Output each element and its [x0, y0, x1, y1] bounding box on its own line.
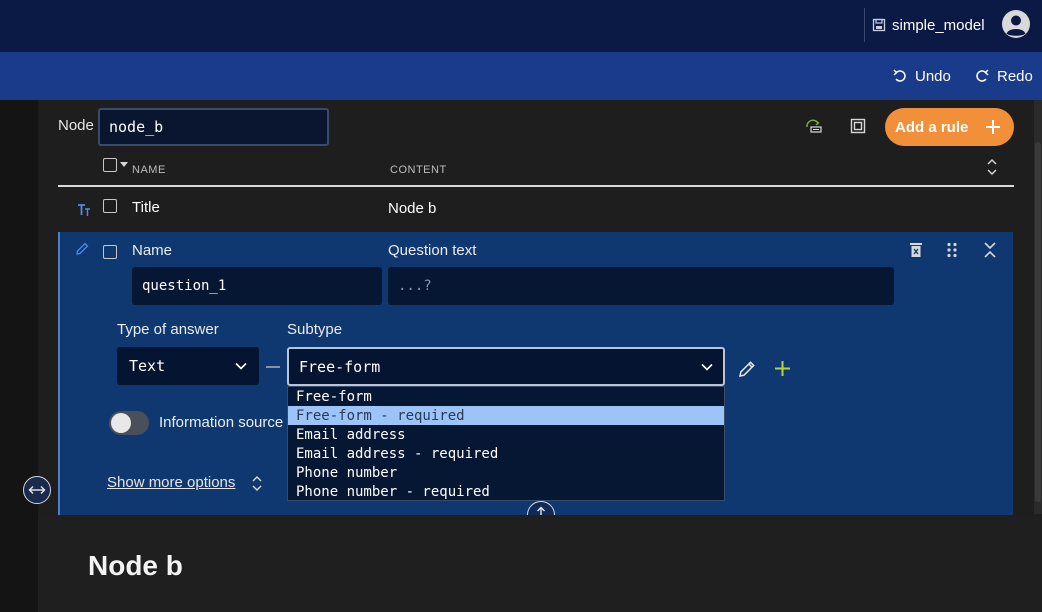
toolbar: Undo Redo: [0, 52, 1042, 100]
information-source-toggle[interactable]: [109, 411, 149, 435]
left-gutter: [0, 100, 38, 612]
scrollbar-thumb[interactable]: [1035, 142, 1041, 502]
subtype-options-list: Free-form Free-form - required Email add…: [287, 386, 725, 501]
chevron-down-icon: [701, 363, 713, 371]
undo-icon: [893, 69, 906, 82]
row-checkbox[interactable]: [103, 199, 117, 213]
toggle-knob: [111, 413, 131, 433]
sort-toggle-icon[interactable]: [987, 158, 997, 176]
subtype-option[interactable]: Email address: [288, 425, 724, 444]
undo-label: Undo: [915, 67, 951, 85]
redo-icon: [976, 69, 989, 82]
subtype-option[interactable]: Phone number - required: [288, 482, 724, 501]
table-header: NAME CONTENT: [58, 155, 1014, 187]
add-subtype-icon[interactable]: [773, 359, 792, 378]
top-header: simple_model: [0, 0, 1042, 52]
question-text-placeholder: ...?: [398, 278, 432, 294]
type-of-answer-label: Type of answer: [117, 321, 219, 338]
title-type-icon: [78, 204, 90, 216]
preview-title: Node b: [88, 550, 183, 581]
user-avatar-icon[interactable]: [1001, 9, 1031, 39]
name-label: Name: [132, 242, 173, 259]
preview-frame-button[interactable]: [848, 116, 868, 136]
question-text-input[interactable]: ...?: [388, 267, 894, 305]
header-divider: [864, 8, 865, 42]
subtype-select[interactable]: Free-form: [287, 347, 725, 386]
type-subtype-separator: [266, 366, 280, 368]
subtype-value: Free-form: [299, 357, 381, 376]
redo-label: Redo: [997, 67, 1033, 85]
delete-icon[interactable]: [909, 242, 923, 258]
model-name: simple_model: [892, 16, 985, 34]
subtype-option[interactable]: Free-form: [288, 387, 724, 406]
subtype-option[interactable]: Email address - required: [288, 444, 724, 463]
node-name-value: node_b: [109, 118, 164, 136]
drag-handle-icon[interactable]: [946, 242, 958, 258]
column-header-content[interactable]: CONTENT: [390, 164, 447, 176]
row-name: Title: [132, 199, 160, 216]
subtype-option[interactable]: Phone number: [288, 463, 724, 482]
frame-icon: [850, 118, 866, 134]
information-source-label: Information source: [159, 414, 284, 431]
subtype-option-highlighted[interactable]: Free-form - required: [288, 406, 724, 425]
add-rule-button[interactable]: Add a rule: [885, 108, 1014, 146]
table-row[interactable]: Title Node b: [58, 187, 1014, 232]
save-file-icon: [872, 18, 886, 32]
select-all-checkbox[interactable]: [103, 158, 117, 172]
resize-horizontal-handle[interactable]: [23, 476, 51, 504]
select-menu-caret-icon[interactable]: [120, 162, 128, 167]
answer-type-select[interactable]: Text: [117, 347, 259, 385]
edit-subtype-icon[interactable]: [738, 360, 756, 378]
expand-toggle-icon[interactable]: [252, 474, 262, 492]
edit-pencil-icon[interactable]: [75, 242, 89, 256]
question-text-label: Question text: [388, 242, 477, 259]
model-selector[interactable]: simple_model: [872, 14, 985, 36]
row-checkbox[interactable]: [103, 245, 117, 259]
show-more-options-link[interactable]: Show more options: [107, 474, 235, 491]
database-sync-button[interactable]: [804, 116, 824, 136]
answer-type-value: Text: [129, 357, 166, 375]
chevron-down-icon: [235, 362, 247, 370]
row-content: Node b: [388, 200, 437, 217]
editor-scrollbar[interactable]: [1034, 100, 1042, 514]
add-rule-label: Add a rule: [895, 118, 969, 136]
subtype-label: Subtype: [287, 321, 343, 338]
question-name-value: question_1: [142, 278, 227, 294]
question-name-input[interactable]: question_1: [132, 267, 382, 305]
preview-panel: [38, 515, 1042, 612]
column-header-name[interactable]: NAME: [132, 164, 166, 176]
node-name-input[interactable]: node_b: [98, 108, 329, 146]
collapse-icon[interactable]: [984, 242, 996, 258]
redo-button[interactable]: Redo: [975, 66, 1033, 86]
undo-button[interactable]: Undo: [893, 66, 951, 86]
node-label: Node: [58, 117, 94, 134]
database-sync-icon: [806, 119, 822, 133]
horizontal-arrows-icon: [28, 486, 46, 494]
plus-icon: [986, 120, 1000, 134]
